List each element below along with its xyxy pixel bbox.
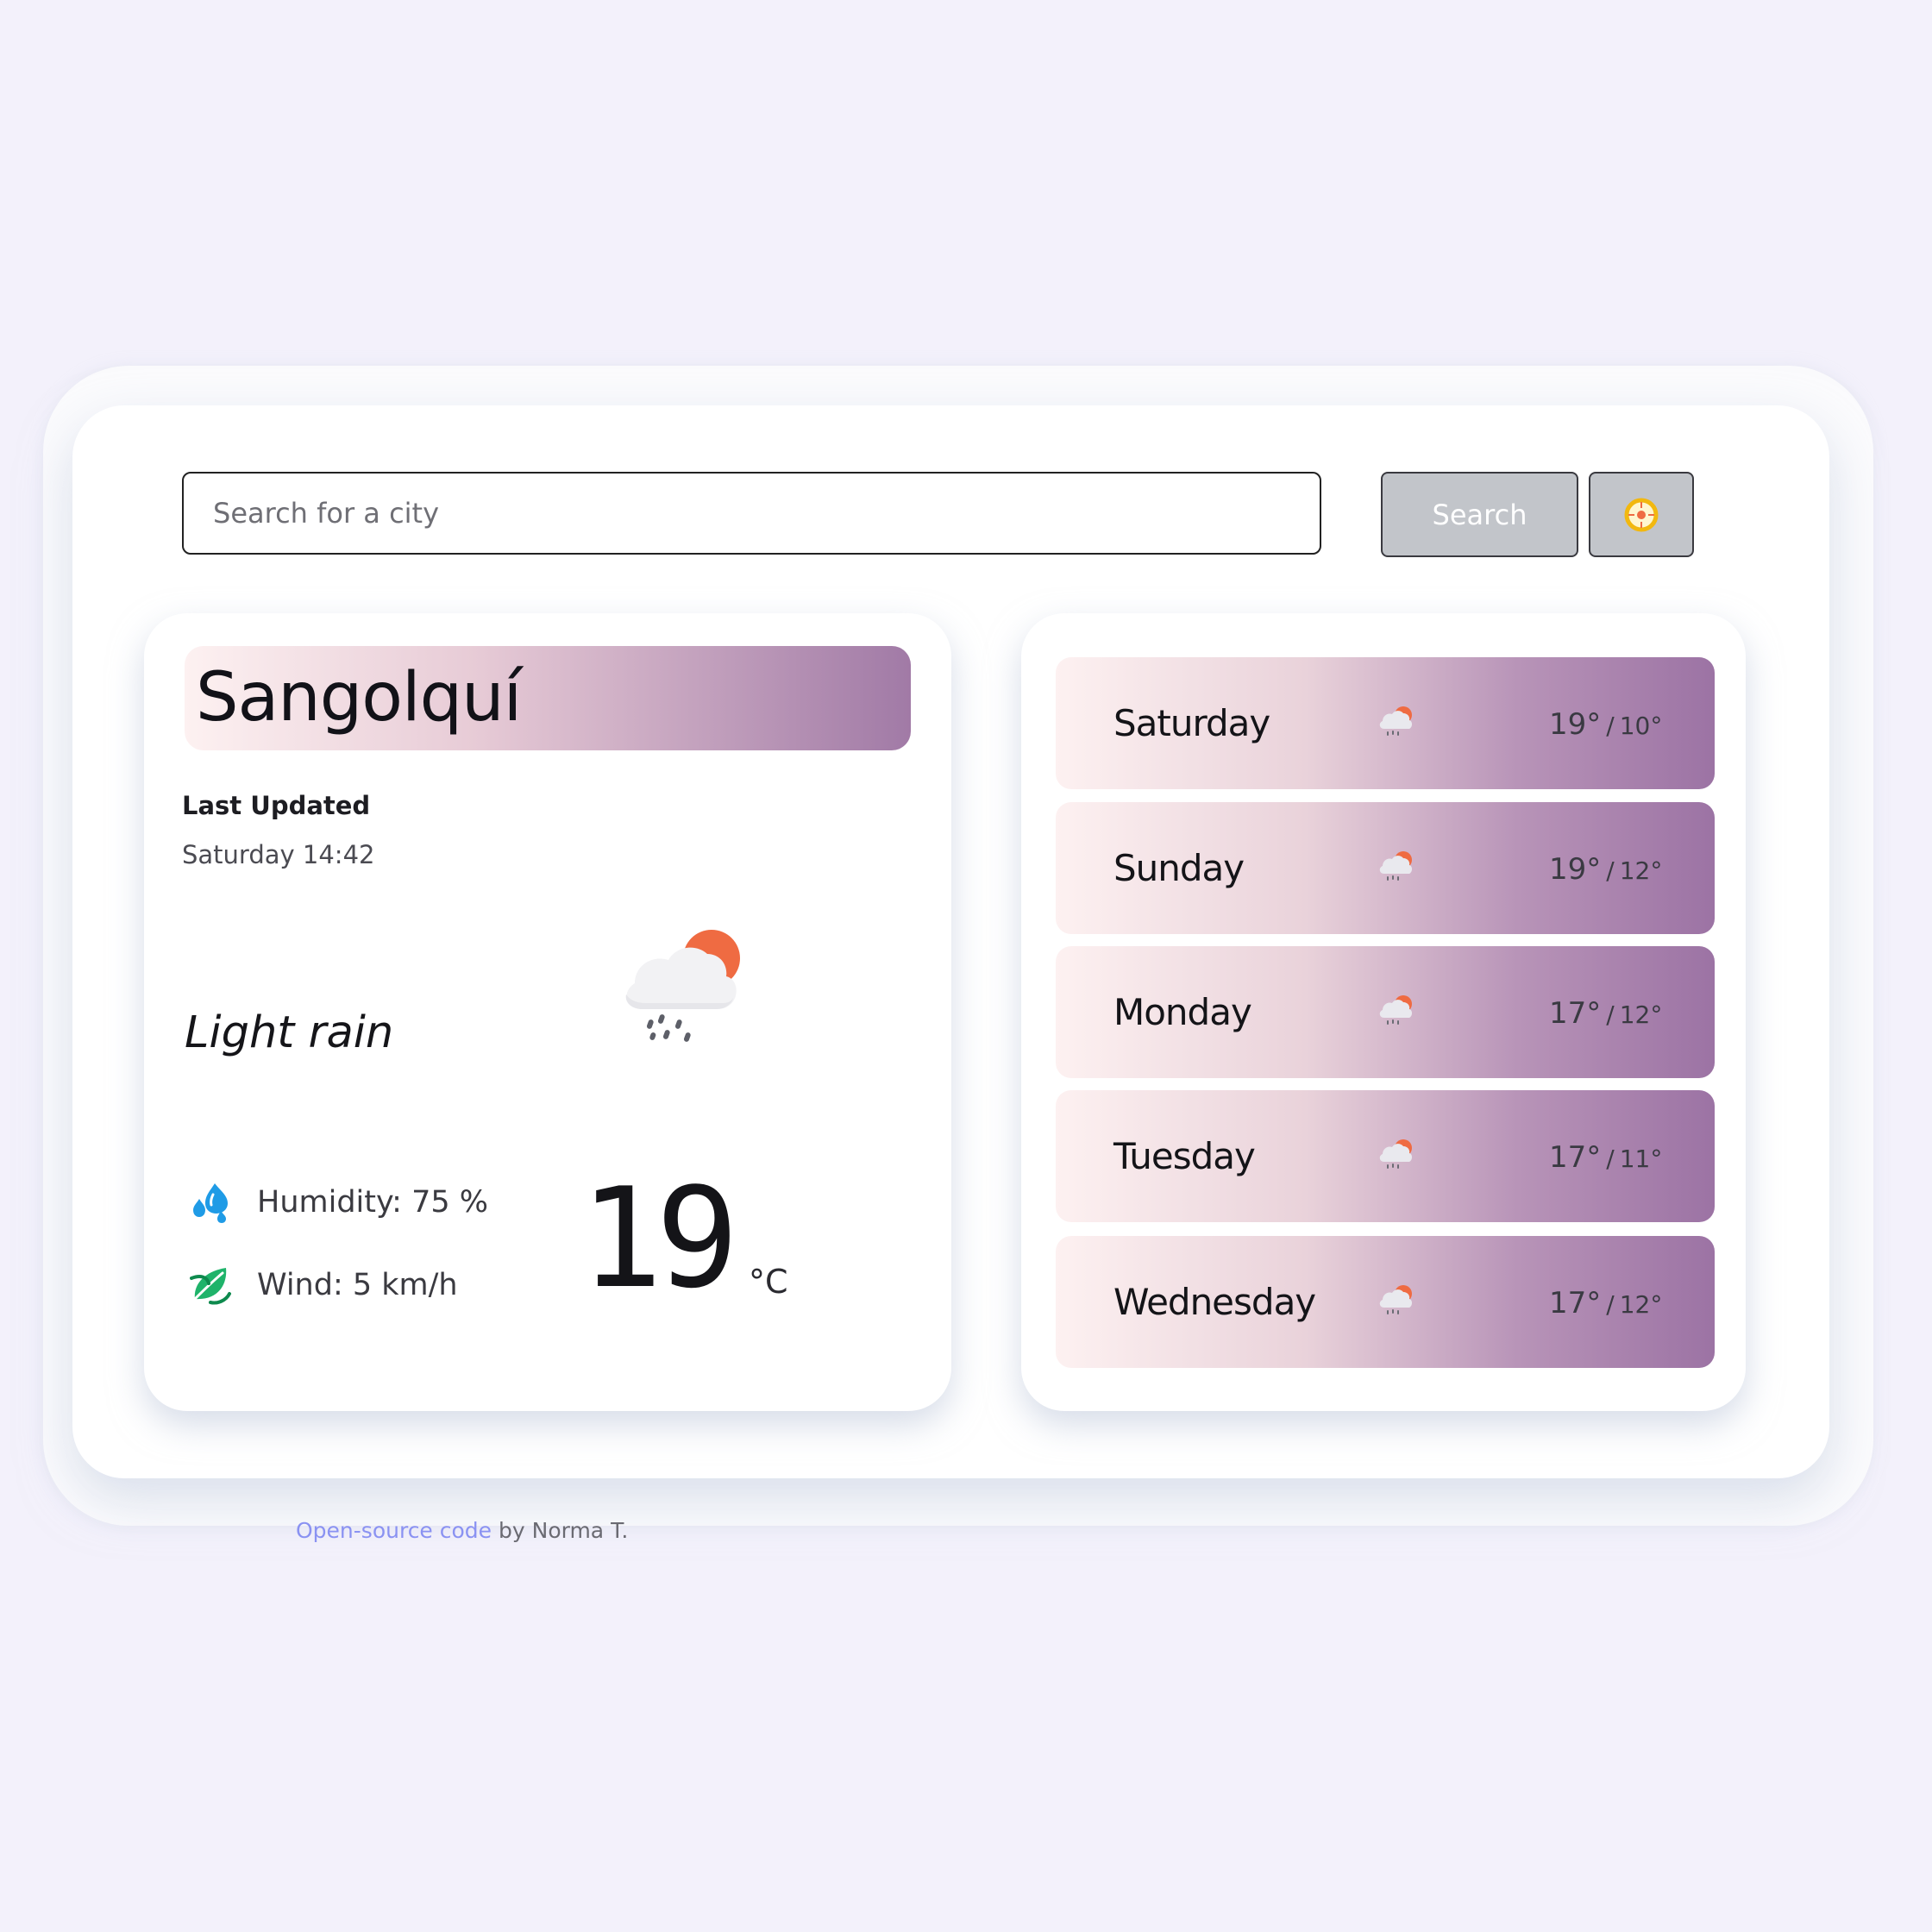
forecast-max-temp: 17 [1549, 996, 1601, 1031]
current-temperature: 19 [580, 1157, 739, 1319]
wind-leaf-icon [190, 1268, 231, 1305]
forecast-min-temp: 12 [1620, 856, 1663, 885]
forecast-min-temp: 12 [1620, 1290, 1663, 1319]
humidity-text: Humidity: 75 % [257, 1185, 488, 1220]
open-source-code-link[interactable]: Open-source code [296, 1518, 492, 1543]
humidity-row: Humidity: 75 % [190, 1182, 488, 1223]
light-rain-partly-sunny-icon [1379, 1139, 1412, 1169]
forecast-row-tuesday: Tuesday 17/11 [1056, 1090, 1715, 1222]
forecast-temps: 17/12 [1549, 1286, 1662, 1320]
current-location-button[interactable] [1589, 472, 1694, 557]
light-rain-partly-sunny-icon [1379, 706, 1412, 736]
light-rain-partly-sunny-icon [1379, 1285, 1412, 1314]
temp-separator: / [1606, 856, 1615, 885]
forecast-min-temp: 12 [1620, 1000, 1663, 1029]
forecast-temps: 17/12 [1549, 996, 1662, 1031]
light-rain-partly-sunny-icon [1379, 995, 1412, 1025]
forecast-row-wednesday: Wednesday 17/12 [1056, 1236, 1715, 1368]
forecast-min-temp: 10 [1620, 712, 1663, 740]
last-updated-value: Saturday 14:42 [182, 840, 375, 869]
forecast-max-temp: 17 [1549, 1140, 1601, 1175]
temp-separator: / [1606, 1000, 1615, 1029]
forecast-day: Saturday [1113, 702, 1270, 744]
temp-separator: / [1606, 1290, 1615, 1319]
forecast-temps: 19/12 [1549, 852, 1662, 887]
forecast-day: Monday [1113, 991, 1252, 1033]
forecast-row-saturday: Saturday 19/10 [1056, 657, 1715, 789]
city-name: Sangolquí [196, 659, 522, 737]
temp-separator: / [1606, 1145, 1615, 1173]
forecast-row-sunday: Sunday 19/12 [1056, 802, 1715, 934]
forecast-max-temp: 17 [1549, 1286, 1601, 1320]
light-rain-partly-sunny-icon [625, 930, 740, 1042]
forecast-max-temp: 19 [1549, 852, 1601, 887]
wind-text: Wind: 5 km/h [257, 1268, 458, 1302]
water-drops-icon [193, 1183, 228, 1223]
city-search-input[interactable] [182, 472, 1321, 555]
footer: Open-source code by Norma T. [296, 1518, 628, 1543]
forecast-day: Wednesday [1113, 1281, 1316, 1323]
light-rain-partly-sunny-icon [1379, 851, 1412, 881]
last-updated-label: Last Updated [182, 791, 371, 820]
forecast-min-temp: 11 [1620, 1145, 1663, 1173]
temperature-unit: °C [749, 1263, 788, 1301]
footer-author: by Norma T. [492, 1518, 629, 1543]
search-button[interactable]: Search [1381, 472, 1578, 557]
forecast-temps: 19/10 [1549, 707, 1662, 742]
forecast-temps: 17/11 [1549, 1140, 1662, 1175]
forecast-max-temp: 19 [1549, 707, 1601, 742]
forecast-day: Sunday [1113, 847, 1245, 889]
location-icon [1624, 498, 1659, 531]
wind-row: Wind: 5 km/h [190, 1264, 458, 1306]
forecast-row-monday: Monday 17/12 [1056, 946, 1715, 1078]
forecast-day: Tuesday [1113, 1135, 1256, 1177]
weather-condition: Light rain [185, 1007, 394, 1058]
temp-separator: / [1606, 712, 1615, 740]
